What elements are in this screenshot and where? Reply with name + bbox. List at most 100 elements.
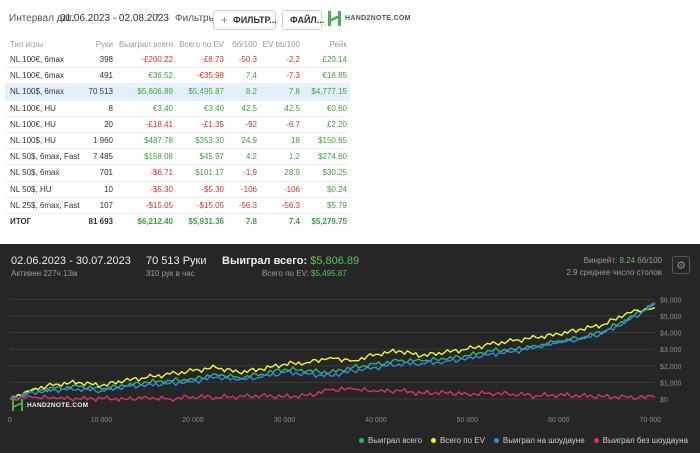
filter-button-label: ФИЛЬТР... xyxy=(233,15,277,25)
winrate-value: 8.24 xyxy=(619,256,636,265)
table-row[interactable]: NL 50$, HU 10 -$5.30 -$5.30 -106 -106 $0.24 xyxy=(5,182,350,198)
table-row[interactable]: NL 100€, HU 20 -£18.41 -£1.35 -92 -6.7 £2.20 xyxy=(5,117,350,133)
file-button-label: ФАЙЛ... xyxy=(290,15,325,25)
column-header[interactable]: EV bb/100 xyxy=(263,38,300,52)
table-row[interactable]: NL 100€, 6max 491 €36.52 -€35.98 7.4 -7.3 €18.… xyxy=(5,68,350,85)
table-cell: NL 25$, 6max, Fast xyxy=(10,200,80,210)
graph-panel: 02.06.2023 - 30.07.2023 Активен 227ч 13м… xyxy=(0,244,700,453)
legend-label: Выиграл на шоудауне xyxy=(502,436,585,445)
table-row[interactable]: NL 100€, HU 8 €3.40 €3.40 42.5 42.5 €0.60 xyxy=(5,101,350,117)
column-header[interactable]: Тип игры xyxy=(10,38,43,52)
table-cell: $5.79 xyxy=(326,200,347,210)
table-cell: 7.4 xyxy=(245,71,257,81)
series-line xyxy=(9,302,656,400)
table-row[interactable]: NL 100$, 6max 70 513 $5,806.89 $5,495.87 8.2… xyxy=(5,84,350,101)
table-row[interactable]: NL 25$, 6max, Fast 107 -$15.05 -$15.05 -56.3… xyxy=(5,198,350,214)
table-cell: $101.17 xyxy=(195,168,224,178)
filter-button[interactable]: + ФИЛЬТР... xyxy=(213,10,277,30)
column-header[interactable]: Рейк xyxy=(330,38,347,52)
summary-hands: 70 513 Руки xyxy=(146,255,207,267)
won-value: $5,806.89 xyxy=(310,255,360,267)
table-cell: 8 xyxy=(108,103,113,113)
hand2note-logo-icon xyxy=(12,399,23,411)
legend-label: Всего по EV xyxy=(440,436,485,445)
x-tick-label: 30 000 xyxy=(274,417,296,424)
table-cell: €3.40 xyxy=(152,103,173,113)
profit-chart[interactable]: $0 $1,000 $2,000 $3,000 $4,000 $5,000 $6,000 0 1… xyxy=(0,288,700,433)
table-cell: -106 xyxy=(283,184,300,194)
table-cell: 42.5 xyxy=(284,103,300,113)
table-cell: -£18.41 xyxy=(145,119,173,129)
summary-winrate: Винрейт: 8.24 бб/100 xyxy=(584,256,662,265)
legend-marker-icon xyxy=(593,438,599,443)
plus-icon: + xyxy=(221,13,229,27)
legend-item[interactable]: Выиграл всего xyxy=(358,436,423,445)
won-label: Выиграл всего: xyxy=(222,255,308,267)
table-cell: NL 100€, 6max xyxy=(10,71,64,81)
legend-item[interactable]: Выиграл без шоудауна xyxy=(593,436,688,445)
table-row[interactable]: NL 100$, HU 1 960 $487.78 $353.30 24.9 18 $150… xyxy=(5,133,350,150)
table-cell: NL 100$, HU xyxy=(10,135,56,145)
table-cell: 42.5 xyxy=(241,103,257,113)
y-tick-label: $4,000 xyxy=(660,331,682,338)
chevron-down-icon[interactable] xyxy=(155,14,161,18)
table-row[interactable]: NL 50$, 6max 701 -$6.71 $101.17 -1.9 28.9 $30.… xyxy=(5,165,350,182)
legend-label: Выиграл всего xyxy=(367,436,423,445)
table-cell: -7.3 xyxy=(286,71,300,81)
legend-item[interactable]: Всего по EV xyxy=(431,436,485,445)
x-tick-label: 60 000 xyxy=(548,417,570,424)
y-tick-label: $0 xyxy=(660,397,668,404)
x-tick-label: 0 xyxy=(8,417,12,424)
table-cell: NL 100€, 6max xyxy=(10,55,64,64)
table-cell: 398 xyxy=(99,55,113,64)
summary-won-total: Выиграл всего: $5,806.89 xyxy=(222,255,359,267)
column-header[interactable]: бб/100 xyxy=(232,38,257,52)
table-cell: $5,279.75 xyxy=(311,216,347,226)
legend-item[interactable]: Выиграл на шоудауне xyxy=(493,436,585,445)
legend-label: Выиграл без шоудауна xyxy=(602,436,688,445)
table-cell: -92 xyxy=(245,119,257,129)
table-total-row[interactable]: ИТОГ 81 693 $6,212.40 $5,931.36 7.8 7.4 $5,279… xyxy=(5,214,350,230)
table-cell: €18.85 xyxy=(322,71,347,81)
game-type-table: Тип игры Руки Выиграл всего Всего по EV … xyxy=(5,38,350,230)
table-cell: -£200.22 xyxy=(141,55,173,64)
legend-marker-icon xyxy=(493,438,499,443)
table-cell: NL 100$, 6max xyxy=(10,87,64,97)
table-cell: $274.60 xyxy=(318,152,347,162)
watermark-text: HAND2NOTE.COM xyxy=(27,401,89,409)
table-cell: 7.8 xyxy=(245,216,257,226)
table-cell: 1.2 xyxy=(288,152,300,162)
table-cell: -56.3 xyxy=(238,200,257,210)
filter-bar: Интервал дат: 01.06.2023 - 02.08.2023 Фи… xyxy=(0,0,700,36)
table-row[interactable]: NL 100€, 6max 398 -£200.22 -£8.73 -50.3 -2.2 £… xyxy=(5,52,350,69)
hand2note-logo: HAND2NOTE.COM xyxy=(328,11,411,26)
table-cell: 8.2 xyxy=(245,87,257,97)
table-cell: -6.7 xyxy=(286,119,300,129)
table-cell: ИТОГ xyxy=(10,216,32,226)
logo-text: HAND2NOTE.COM xyxy=(345,15,411,22)
gear-icon: ⚙ xyxy=(676,259,686,272)
table-cell: -€35.98 xyxy=(196,71,224,81)
table-cell: 4.2 xyxy=(245,152,257,162)
table-row[interactable]: NL 50$, 6max, Fast 7 485 $158.08 $45.97 4.2 1… xyxy=(5,149,350,166)
chart-legend: Выиграл всего Всего по EV Выиграл на шоуда… xyxy=(350,436,688,445)
x-tick-label: 70 000 xyxy=(640,417,662,424)
table-cell: €36.52 xyxy=(148,71,173,81)
chart-watermark: HAND2NOTE.COM xyxy=(12,399,88,411)
table-cell: 18 xyxy=(291,135,300,145)
table-cell: -£8.73 xyxy=(201,55,224,64)
winrate-unit: бб/100 xyxy=(637,256,662,265)
table-cell: NL 50$, HU xyxy=(10,184,52,194)
legend-marker-icon xyxy=(431,438,437,443)
table-cell: £2.20 xyxy=(326,119,347,129)
graph-settings-button[interactable]: ⚙ xyxy=(672,256,690,274)
table-cell: -£1.35 xyxy=(201,119,224,129)
column-header[interactable]: Руки xyxy=(96,38,113,52)
file-button[interactable]: ФАЙЛ... xyxy=(282,10,325,30)
column-header[interactable]: Всего по EV xyxy=(179,38,224,52)
table-cell: 491 xyxy=(99,71,113,81)
column-header[interactable]: Выиграл всего xyxy=(119,38,173,52)
x-tick-label: 10 000 xyxy=(91,417,113,424)
date-range-select[interactable]: 01.06.2023 - 02.08.2023 xyxy=(60,13,169,24)
table-cell: 7.4 xyxy=(288,216,300,226)
